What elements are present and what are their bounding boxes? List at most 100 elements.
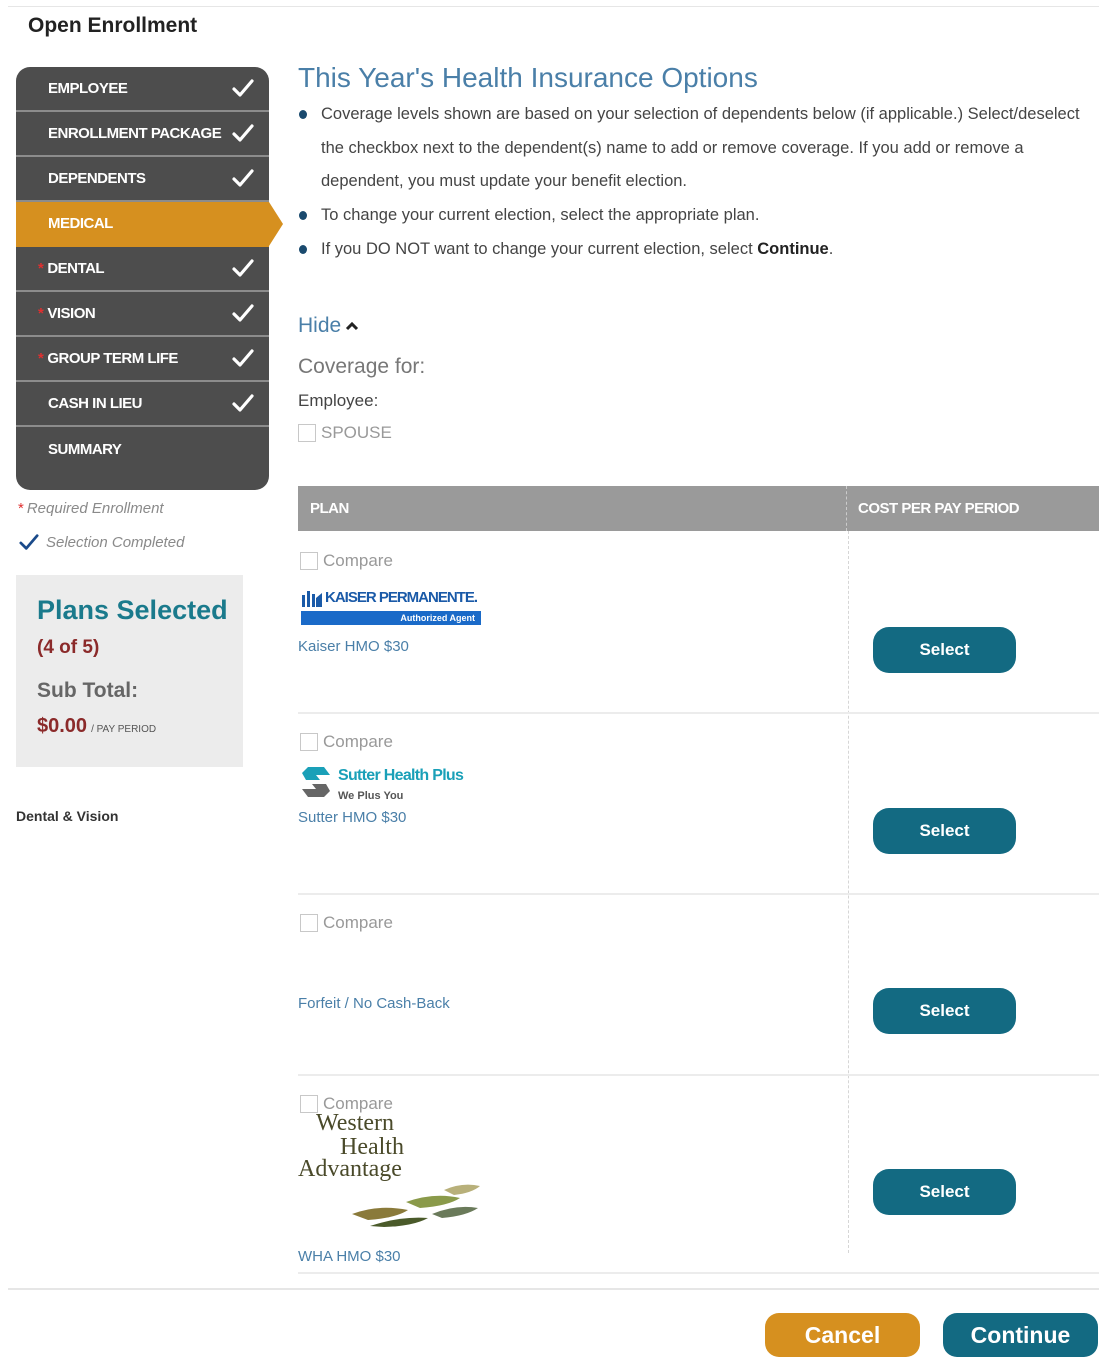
wha-leaf-icon <box>352 1184 480 1227</box>
chevron-up-icon <box>346 321 359 331</box>
sutter-health-plus-logo: Sutter Health Plus We Plus You <box>298 764 488 804</box>
check-icon <box>19 534 39 550</box>
spouse-label: SPOUSE <box>321 423 392 442</box>
sutter-logo-tagline: We Plus You <box>338 790 404 802</box>
compare-label: Compare <box>323 732 393 751</box>
kaiser-symbol-icon <box>302 591 322 607</box>
check-icon <box>232 349 254 367</box>
page-title: Open Enrollment <box>28 14 198 37</box>
top-divider <box>8 6 1099 7</box>
check-icon <box>232 304 254 322</box>
sutter-symbol-icon <box>302 767 330 797</box>
per-period-label: / PAY PERIOD <box>91 724 157 735</box>
nav-item-label: MEDICAL <box>48 215 113 232</box>
plan-row-kaiser: Compare KAISER PERMANENTE. Authorized Ag… <box>298 531 1099 714</box>
nav-item-cash-in-lieu[interactable]: CASH IN LIEU <box>16 382 269 427</box>
nav-item-label: EMPLOYEE <box>48 80 128 97</box>
enrollment-step-nav: EMPLOYEE ENROLLMENT PACKAGE DEPENDENTS M… <box>16 67 283 490</box>
plans-selected-count: (4 of 5) <box>37 637 100 658</box>
nav-item-dental[interactable]: * DENTAL <box>16 247 269 292</box>
nav-item-summary[interactable]: SUMMARY <box>16 427 269 472</box>
compare-checkbox[interactable] <box>300 552 318 570</box>
plan-name: Forfeit / No Cash-Back <box>298 995 450 1012</box>
spouse-checkbox[interactable] <box>298 424 316 442</box>
plan-row-forfeit: Compare Forfeit / No Cash-Back Select <box>298 893 1099 1076</box>
compare-option: Compare <box>300 913 393 933</box>
required-star: * <box>18 500 24 517</box>
sutter-logo-text: Sutter Health Plus <box>338 767 464 784</box>
nav-item-label: DENTAL <box>47 260 105 277</box>
legend-required: * Required Enrollment <box>18 500 164 517</box>
sidebar-footer-label: Dental & Vision <box>16 808 119 824</box>
instruction-item: If you DO NOT want to change your curren… <box>298 233 1103 267</box>
coverage-for-label: Coverage for: <box>298 355 426 378</box>
wha-logo-line: Advantage <box>298 1156 402 1182</box>
nav-item-label: ENROLLMENT PACKAGE <box>48 125 222 142</box>
plans-selected-summary: Plans Selected (4 of 5) Sub Total: $0.00… <box>16 575 243 767</box>
hide-coverage-toggle[interactable]: Hide <box>298 314 360 338</box>
check-icon <box>232 124 254 142</box>
instruction-item: To change your current election, select … <box>298 199 1103 233</box>
instruction-bold: Continue <box>757 239 829 258</box>
header-divider <box>846 486 847 531</box>
kaiser-logo-sub: Authorized Agent <box>301 611 481 625</box>
select-plan-button[interactable]: Select <box>873 1169 1016 1215</box>
instruction-end: . <box>828 239 834 258</box>
subtotal-amount: $0.00 <box>37 715 88 737</box>
select-plan-button[interactable]: Select <box>873 808 1016 854</box>
select-plan-button[interactable]: Select <box>873 988 1016 1034</box>
nav-item-dependents[interactable]: DEPENDENTS <box>16 157 269 202</box>
required-star: * <box>38 260 44 277</box>
nav-item-label: GROUP TERM LIFE <box>47 350 178 367</box>
instruction-text: If you DO NOT want to change your curren… <box>321 239 753 258</box>
plan-table-header: PLAN COST PER PAY PERIOD <box>298 486 1099 531</box>
employee-label: Employee: <box>298 391 379 410</box>
required-star: * <box>38 350 44 367</box>
spouse-option: SPOUSE <box>298 423 392 443</box>
continue-button[interactable]: Continue <box>943 1313 1098 1357</box>
instructions-list: Coverage levels shown are based on your … <box>298 98 1103 267</box>
plan-row-sutter: Compare Sutter Health Plus We Plus You S… <box>298 712 1099 895</box>
subtotal-label: Sub Total: <box>37 679 139 702</box>
nav-item-label: CASH IN LIEU <box>48 395 143 412</box>
nav-item-medical[interactable]: MEDICAL <box>16 202 283 247</box>
section-title: This Year's Health Insurance Options <box>298 62 758 93</box>
legend-completed: Selection Completed <box>18 532 184 552</box>
required-star: * <box>38 305 44 322</box>
kaiser-permanente-logo: KAISER PERMANENTE. Authorized Agent <box>301 589 481 627</box>
western-health-advantage-logo: Western Health Advantage <box>298 1110 483 1228</box>
nav-item-vision[interactable]: * VISION <box>16 292 269 337</box>
nav-item-label: VISION <box>47 305 96 322</box>
cost-column-header: COST PER PAY PERIOD <box>858 500 1020 517</box>
compare-option: Compare <box>300 732 393 752</box>
subtotal-value: $0.00/ PAY PERIOD <box>37 715 156 738</box>
nav-item-enrollment-package[interactable]: ENROLLMENT PACKAGE <box>16 112 269 157</box>
plan-name: Kaiser HMO $30 <box>298 638 409 655</box>
nav-item-group-term-life[interactable]: * GROUP TERM LIFE <box>16 337 269 382</box>
nav-item-employee[interactable]: EMPLOYEE <box>16 67 269 112</box>
check-icon <box>232 394 254 412</box>
instruction-item: Coverage levels shown are based on your … <box>298 98 1103 199</box>
nav-item-label: SUMMARY <box>48 441 122 458</box>
plan-column-header: PLAN <box>310 500 349 517</box>
plans-selected-title: Plans Selected <box>37 595 228 625</box>
legend-completed-text: Selection Completed <box>46 533 185 551</box>
footer-divider <box>8 1288 1099 1290</box>
plan-name: Sutter HMO $30 <box>298 809 407 826</box>
compare-checkbox[interactable] <box>300 733 318 751</box>
compare-label: Compare <box>323 551 393 570</box>
wha-logo-line: Western <box>316 1110 395 1136</box>
cancel-button[interactable]: Cancel <box>765 1313 920 1357</box>
select-plan-button[interactable]: Select <box>873 627 1016 673</box>
check-icon <box>232 169 254 187</box>
compare-checkbox[interactable] <box>300 914 318 932</box>
legend-required-text: Required Enrollment <box>26 500 164 517</box>
nav-item-label: DEPENDENTS <box>48 170 146 187</box>
check-icon <box>232 259 254 277</box>
hide-label: Hide <box>298 314 342 337</box>
plan-row-wha: Compare Western Health Advantage WHA HMO… <box>298 1074 1099 1274</box>
check-icon <box>232 79 254 97</box>
plan-name: WHA HMO $30 <box>298 1248 401 1265</box>
compare-label: Compare <box>323 913 393 932</box>
kaiser-logo-text: KAISER PERMANENTE. <box>325 589 478 606</box>
